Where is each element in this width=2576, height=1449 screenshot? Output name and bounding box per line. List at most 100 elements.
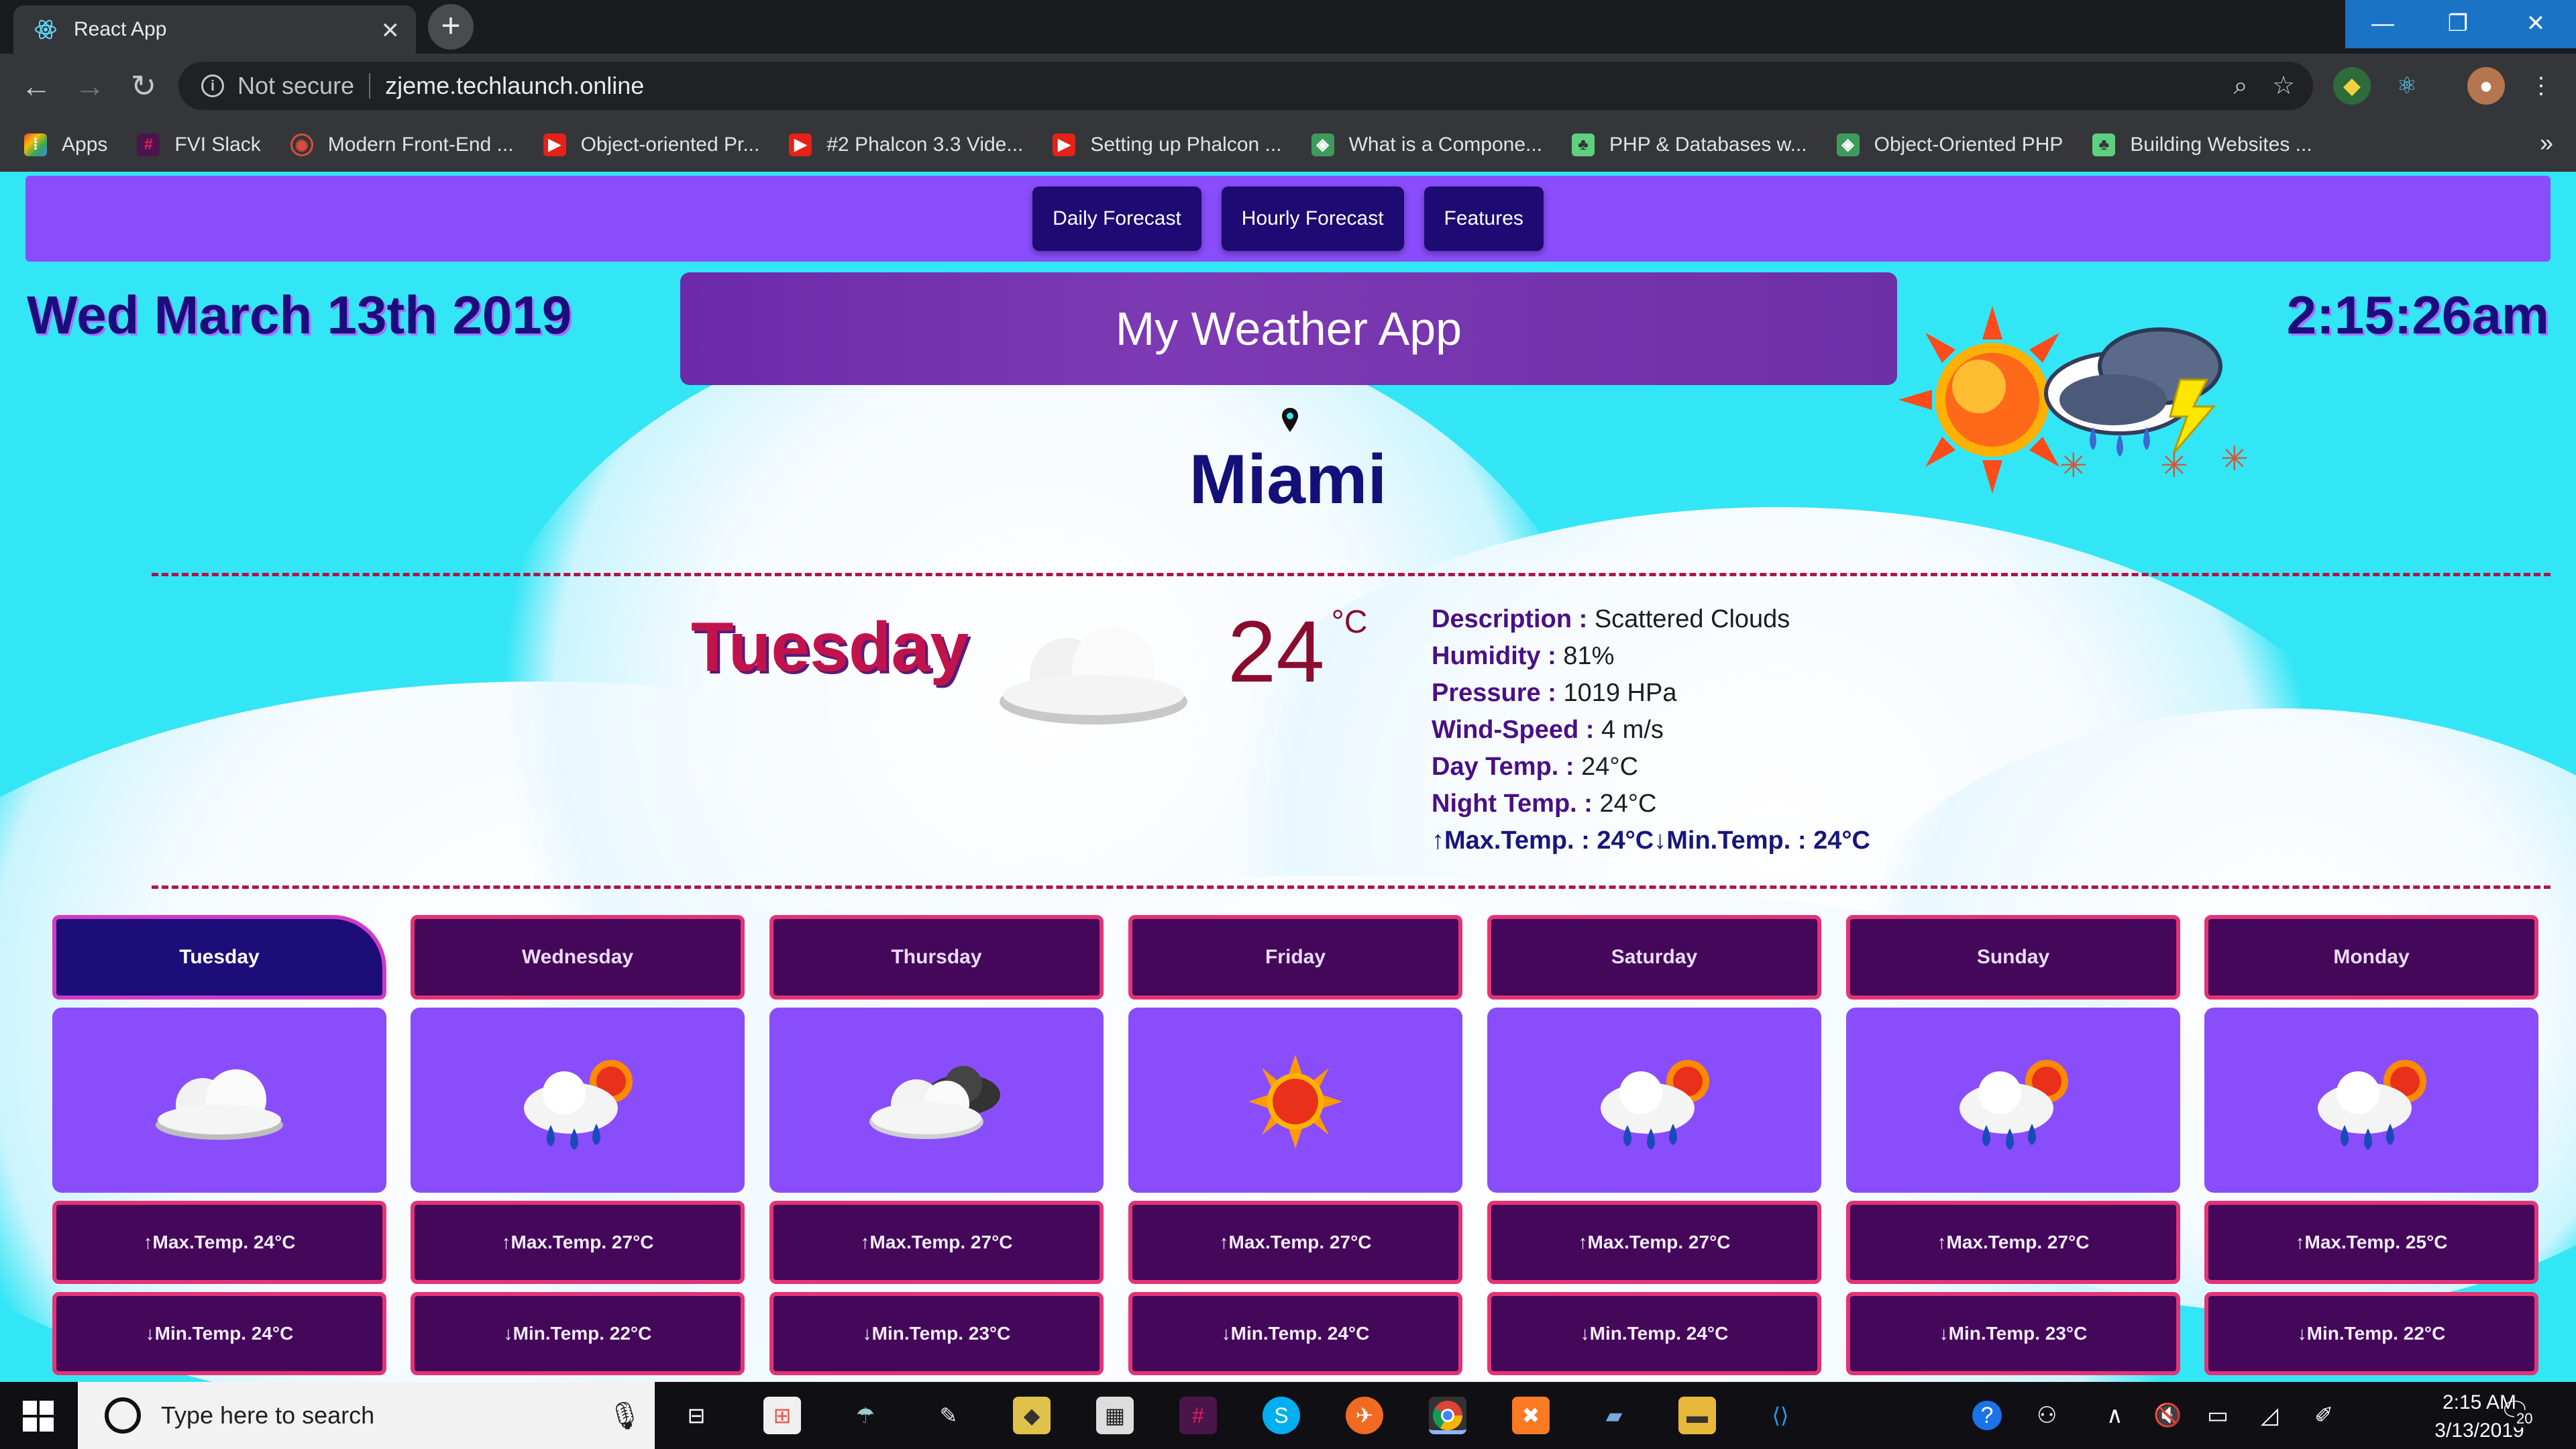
- forecast-max-temp: ↑Max.Temp. 27°C: [1846, 1201, 2180, 1284]
- slack-taskbar-icon[interactable]: #: [1179, 1397, 1217, 1434]
- close-tab-icon[interactable]: ✕: [381, 17, 400, 44]
- new-tab-button[interactable]: +: [428, 4, 474, 50]
- forecast-day-tab[interactable]: Sunday: [1846, 915, 2180, 1000]
- detail-value: 24°C: [1599, 790, 1657, 818]
- zoom-icon[interactable]: ⌕: [2226, 71, 2255, 101]
- react-devtools-icon[interactable]: ⚛: [2388, 67, 2426, 105]
- detail-row: Humidity : 81%: [1432, 638, 1870, 675]
- bookmark-item[interactable]: ♣ PHP & Databases w...: [1572, 133, 1807, 156]
- reload-button[interactable]: ↻: [123, 67, 164, 107]
- forecast-column: Wednesday ↑Max.Temp. 27°C ↓Min.Temp. 22°…: [411, 915, 745, 1375]
- app-title-banner: My Weather App: [680, 272, 1897, 385]
- vscode-icon[interactable]: ⟨⟩: [1762, 1397, 1799, 1434]
- current-temperature: 24 °C: [1228, 601, 1367, 702]
- vue-icon: ◈: [1311, 133, 1334, 156]
- calculator-icon[interactable]: ▦: [1096, 1397, 1134, 1434]
- taskbar-search-box[interactable]: Type here to search 🎙: [78, 1382, 655, 1449]
- people-icon[interactable]: ⚇: [2037, 1402, 2057, 1429]
- react-icon: [35, 19, 56, 40]
- address-bar[interactable]: i Not secure zjeme.techlaunch.online ⌕ ☆: [178, 62, 2313, 110]
- forecast-day-tab[interactable]: Monday: [2204, 915, 2538, 1000]
- extension-icon[interactable]: ◆: [2333, 67, 2371, 105]
- windows-start-icon[interactable]: [23, 1401, 54, 1432]
- skype-icon[interactable]: S: [1263, 1397, 1300, 1434]
- cortana-icon: [105, 1397, 141, 1434]
- forecast-column: Thursday ↑Max.Temp. 27°C ↓Min.Temp. 23°C: [769, 915, 1104, 1375]
- current-day: Tuesday: [691, 608, 969, 686]
- restore-button[interactable]: ❐: [2420, 0, 2496, 48]
- chrome-icon[interactable]: [1429, 1397, 1466, 1434]
- bookmark-star-icon[interactable]: ☆: [2269, 71, 2298, 101]
- hourly-forecast-button[interactable]: Hourly Forecast: [1221, 186, 1404, 251]
- sun-rain-cloud-icon: [1960, 1060, 2068, 1150]
- detail-value: Scattered Clouds: [1594, 605, 1790, 633]
- forecast-day-tab[interactable]: Saturday: [1487, 915, 1821, 1000]
- battery-icon[interactable]: ▭: [2207, 1402, 2229, 1429]
- sketch-icon[interactable]: ◆: [1013, 1397, 1051, 1434]
- menu-icon[interactable]: ⋮: [2522, 67, 2560, 105]
- bookmark-item[interactable]: ♣ Building Websites ...: [2092, 133, 2312, 156]
- browser-tab[interactable]: React App ✕: [13, 5, 416, 54]
- xampp-icon[interactable]: ✖: [1512, 1397, 1550, 1434]
- youtube-icon: ▶: [543, 133, 566, 156]
- detail-value: 81%: [1563, 642, 1615, 670]
- notification-count: 20: [2514, 1410, 2535, 1428]
- treehouse-icon: ♣: [2092, 133, 2116, 156]
- forecast-day-tab[interactable]: Tuesday: [52, 915, 386, 1000]
- url-text: zjeme.techlaunch.online: [385, 72, 645, 99]
- back-button[interactable]: ←: [16, 67, 56, 107]
- forecast-min-temp: ↓Min.Temp. 23°C: [1846, 1292, 2180, 1375]
- cloud-icon: [1000, 627, 1187, 724]
- forecast-min-temp: ↓Min.Temp. 24°C: [1487, 1292, 1821, 1375]
- tab-title: React App: [74, 18, 167, 40]
- close-window-button[interactable]: ✕: [2496, 0, 2576, 48]
- profile-avatar[interactable]: ●: [2467, 67, 2505, 105]
- forecast-image-card: [1846, 1008, 2180, 1193]
- wifi-icon[interactable]: ◿: [2261, 1402, 2278, 1429]
- forecast-max-temp: ↑Max.Temp. 25°C: [2204, 1201, 2538, 1284]
- tab-strip: React App ✕ + — ❐ ✕: [0, 0, 2576, 54]
- bookmark-item[interactable]: ✺ Modern Front-End ...: [290, 133, 514, 156]
- sun-rain-cloud-icon: [1601, 1060, 1709, 1150]
- bookmark-item[interactable]: ▶ Object-oriented Pr...: [543, 133, 759, 156]
- detail-label: Humidity :: [1432, 642, 1556, 670]
- info-icon[interactable]: i: [201, 74, 224, 97]
- bookmark-item[interactable]: ◈ What is a Compone...: [1311, 133, 1542, 156]
- forecast-column: Tuesday ↑Max.Temp. 24°C ↓Min.Temp. 24°C: [52, 915, 386, 1375]
- pen-icon[interactable]: ✐: [2314, 1402, 2334, 1429]
- features-button[interactable]: Features: [1424, 186, 1544, 251]
- forecast-min-temp: ↓Min.Temp. 22°C: [411, 1292, 745, 1375]
- forecast-image-card: [52, 1008, 386, 1193]
- file-explorer-icon[interactable]: ▬: [1678, 1397, 1716, 1434]
- apps-grid-icon: ⁞: [24, 133, 47, 156]
- more-bookmarks-button[interactable]: »: [2540, 129, 2553, 157]
- bookmarks-bar: ⁞ Apps # FVI Slack ✺ Modern Front-End ... ▶…: [0, 118, 2576, 172]
- bookmark-item[interactable]: ◈ Object-Oriented PHP: [1836, 133, 2063, 156]
- security-label: Not secure: [237, 72, 355, 99]
- forecast-image-card: [1128, 1008, 1462, 1193]
- forecast-day-tab[interactable]: Wednesday: [411, 915, 745, 1000]
- bookmark-item[interactable]: # FVI Slack: [137, 133, 261, 156]
- forecast-day-tab[interactable]: Friday: [1128, 915, 1462, 1000]
- vue-icon: ◈: [1836, 133, 1860, 156]
- notes-icon[interactable]: ▰: [1595, 1397, 1633, 1434]
- temperature-value: 24: [1228, 602, 1325, 700]
- daily-forecast-button[interactable]: Daily Forecast: [1032, 186, 1201, 251]
- bookmark-item[interactable]: ▶ #2 Phalcon 3.3 Vide...: [789, 133, 1023, 156]
- forward-button[interactable]: →: [70, 67, 110, 107]
- bookmark-item[interactable]: ⁞ Apps: [24, 133, 107, 156]
- microphone-icon[interactable]: 🎙: [608, 1400, 642, 1432]
- task-view-icon[interactable]: ⊟: [678, 1397, 715, 1434]
- bookmark-item[interactable]: ▶ Setting up Phalcon ...: [1053, 133, 1282, 156]
- forecast-day-tab[interactable]: Thursday: [769, 915, 1104, 1000]
- postman-icon[interactable]: ✈: [1346, 1397, 1383, 1434]
- store-icon[interactable]: ⊞: [763, 1397, 801, 1434]
- network-tool-icon[interactable]: ☂: [847, 1397, 884, 1434]
- notification-center-icon[interactable]: 🗨20: [2500, 1397, 2540, 1434]
- show-hidden-icons[interactable]: ∧: [2106, 1402, 2123, 1429]
- help-icon[interactable]: ?: [1972, 1401, 2002, 1430]
- volume-muted-icon[interactable]: 🔇: [2153, 1402, 2182, 1429]
- frontend-icon: ✺: [290, 133, 313, 156]
- minimize-button[interactable]: —: [2345, 0, 2420, 48]
- paint-icon[interactable]: ✎: [930, 1397, 967, 1434]
